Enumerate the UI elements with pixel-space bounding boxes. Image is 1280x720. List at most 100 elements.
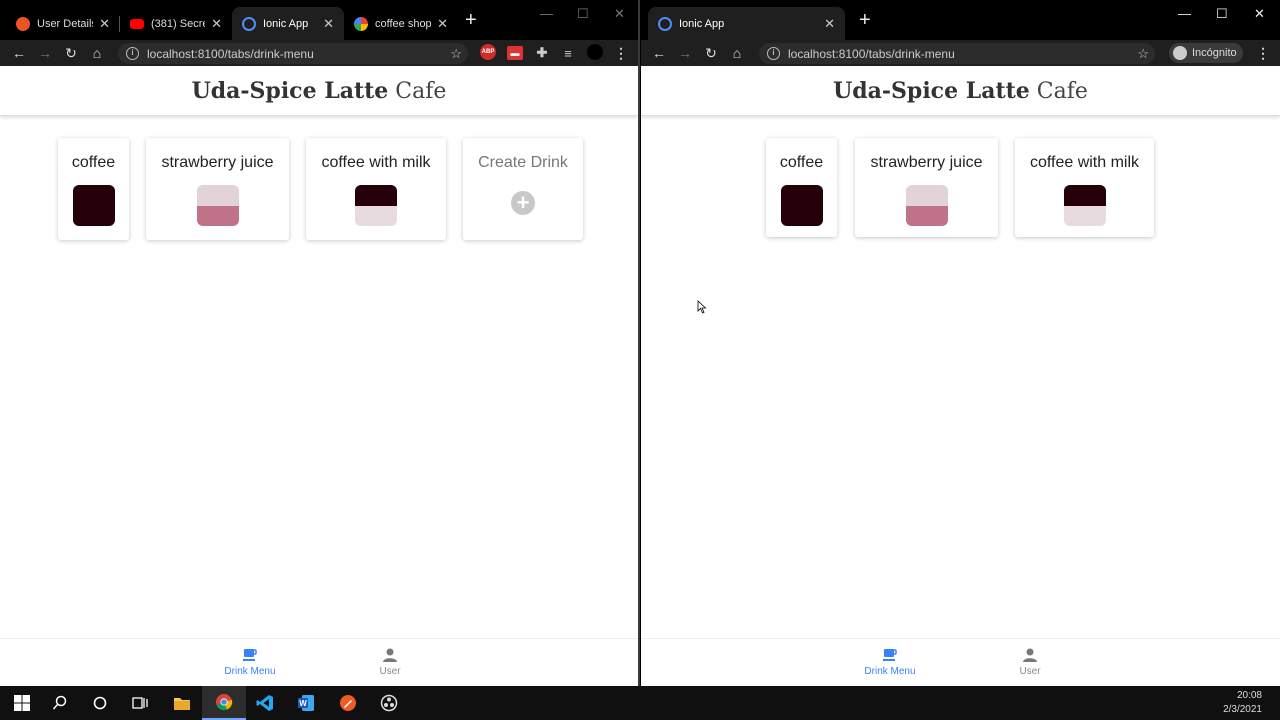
cortana-icon[interactable] (78, 686, 122, 720)
tab-label: Ionic App (263, 17, 309, 30)
bookmark-star-icon[interactable]: ☆ (450, 46, 462, 62)
close-icon[interactable]: ✕ (824, 16, 835, 32)
drink-graphic (355, 185, 397, 226)
task-view-icon[interactable] (118, 686, 162, 720)
chrome-menu-icon[interactable]: ⋮ (614, 44, 628, 62)
tab-drink-menu[interactable]: Drink Menu (205, 647, 295, 677)
home-icon[interactable]: ⌂ (84, 45, 110, 61)
person-icon (1023, 648, 1037, 662)
chrome-menu-icon[interactable]: ⋮ (1256, 44, 1270, 62)
adblock-plus-icon[interactable]: ABP (480, 44, 496, 60)
cafe-icon (243, 649, 257, 661)
drink-graphic (780, 185, 823, 226)
right-tab-ionic-app[interactable]: Ionic App ✕ (648, 7, 845, 40)
info-icon[interactable]: i (767, 47, 780, 60)
drink-graphic (72, 185, 115, 226)
tab-drink-menu[interactable]: Drink Menu (845, 647, 935, 677)
maximize-icon[interactable]: ☐ (1216, 6, 1228, 22)
url-text: localhost:8100/tabs/drink-menu (147, 46, 314, 61)
address-bar[interactable]: i localhost:8100/tabs/drink-menu ☆ (118, 43, 468, 64)
file-explorer-icon[interactable] (160, 686, 204, 720)
mouse-cursor-icon (697, 300, 707, 314)
auth0-icon (16, 16, 30, 31)
create-drink-card[interactable]: Create Drink + (463, 138, 583, 240)
person-icon (383, 648, 397, 662)
obs-icon[interactable] (367, 686, 411, 720)
media-queue-icon[interactable]: ≡ (560, 44, 576, 62)
new-tab-icon[interactable]: + (465, 10, 477, 30)
drink-layer (1063, 185, 1106, 206)
drink-card-coffee[interactable]: coffee (766, 138, 837, 237)
tab-label: User (379, 666, 401, 677)
close-icon[interactable]: ✕ (99, 16, 110, 32)
drink-graphic (1063, 185, 1106, 226)
incognito-badge[interactable]: Incógnito (1169, 43, 1243, 63)
left-tab-strip: User Details ✕ (381) Secreto ✕ Ionic App… (0, 0, 638, 40)
tab-label: Drink Menu (224, 666, 276, 677)
profile-avatar-icon[interactable] (587, 44, 603, 60)
drink-layer (355, 205, 397, 226)
left-tab-user-details[interactable]: User Details ✕ (6, 7, 120, 40)
drink-name: strawberry juice (161, 154, 274, 171)
drink-card-coffee-with-milk[interactable]: coffee with milk (306, 138, 446, 240)
close-icon[interactable]: ✕ (437, 16, 448, 32)
tab-user[interactable]: User (345, 647, 435, 677)
incognito-icon (1173, 46, 1187, 60)
info-icon[interactable]: i (126, 47, 139, 60)
new-tab-icon[interactable]: + (859, 10, 871, 30)
word-icon[interactable]: W (284, 686, 328, 720)
windows-taskbar: W 20:08 2/3/2021 (0, 686, 1280, 720)
address-bar[interactable]: i localhost:8100/tabs/drink-menu ☆ (759, 43, 1155, 64)
home-icon[interactable]: ⌂ (724, 45, 750, 61)
forward-icon[interactable]: → (672, 45, 698, 61)
drink-card-coffee[interactable]: coffee (58, 138, 129, 240)
search-icon[interactable] (38, 686, 82, 720)
tab-user[interactable]: User (985, 647, 1075, 677)
app-title-light: Cafe (1036, 79, 1088, 104)
drink-name: coffee with milk (321, 154, 431, 171)
reload-icon[interactable]: ↻ (698, 45, 724, 62)
google-icon (354, 16, 368, 31)
drink-card-strawberry-juice[interactable]: strawberry juice (146, 138, 289, 240)
app-title: Uda-Spice Latte Cafe (641, 67, 1280, 116)
add-circle-icon[interactable]: + (511, 191, 535, 215)
bookmark-star-icon[interactable]: ☆ (1137, 46, 1149, 62)
window-close-icon[interactable]: ✕ (614, 6, 625, 22)
ionic-icon (658, 16, 672, 31)
reload-icon[interactable]: ↻ (58, 45, 84, 62)
left-tab-youtube[interactable]: (381) Secreto ✕ (120, 7, 232, 40)
close-icon[interactable]: ✕ (211, 16, 222, 32)
tab-label: Drink Menu (864, 666, 916, 677)
drink-layer (72, 185, 115, 226)
right-toolbar: ← → ↻ ⌂ i localhost:8100/tabs/drink-menu… (641, 40, 1280, 66)
left-browser-window: User Details ✕ (381) Secreto ✕ Ionic App… (0, 0, 640, 686)
drink-layer (780, 185, 823, 226)
drink-card-strawberry-juice[interactable]: strawberry juice (855, 138, 998, 237)
drink-layer (905, 185, 948, 206)
chrome-icon[interactable] (202, 686, 246, 720)
minimize-icon[interactable]: — (540, 6, 553, 21)
back-icon[interactable]: ← (646, 45, 672, 61)
vscode-icon[interactable] (243, 686, 287, 720)
app-tab-bar: Drink Menu User (641, 638, 1280, 686)
drink-card-coffee-with-milk[interactable]: coffee with milk (1015, 138, 1154, 237)
maximize-icon[interactable]: ☐ (577, 6, 589, 22)
app-title-bold: Uda-Spice Latte (833, 78, 1030, 104)
close-icon[interactable]: ✕ (323, 16, 334, 32)
back-icon[interactable]: ← (6, 45, 32, 61)
postman-icon[interactable] (326, 686, 370, 720)
forward-icon[interactable]: → (32, 45, 58, 61)
app-title: Uda-Spice Latte Cafe (0, 67, 638, 116)
app-title-bold: Uda-Spice Latte (191, 78, 389, 104)
ionic-icon (242, 16, 256, 31)
system-clock[interactable]: 20:08 2/3/2021 (1223, 689, 1262, 717)
tab-label: User Details (37, 17, 94, 30)
window-close-icon[interactable]: ✕ (1254, 6, 1265, 22)
left-tab-ionic-app[interactable]: Ionic App ✕ (232, 7, 344, 40)
drink-layer (196, 205, 239, 226)
extensions-puzzle-icon[interactable]: ✚ (534, 44, 550, 62)
minimize-icon[interactable]: — (1178, 6, 1191, 21)
url-text: localhost:8100/tabs/drink-menu (788, 46, 955, 61)
extension-red-icon[interactable]: ▬ (507, 46, 523, 60)
left-tab-google[interactable]: coffee shop i ✕ (344, 7, 458, 40)
